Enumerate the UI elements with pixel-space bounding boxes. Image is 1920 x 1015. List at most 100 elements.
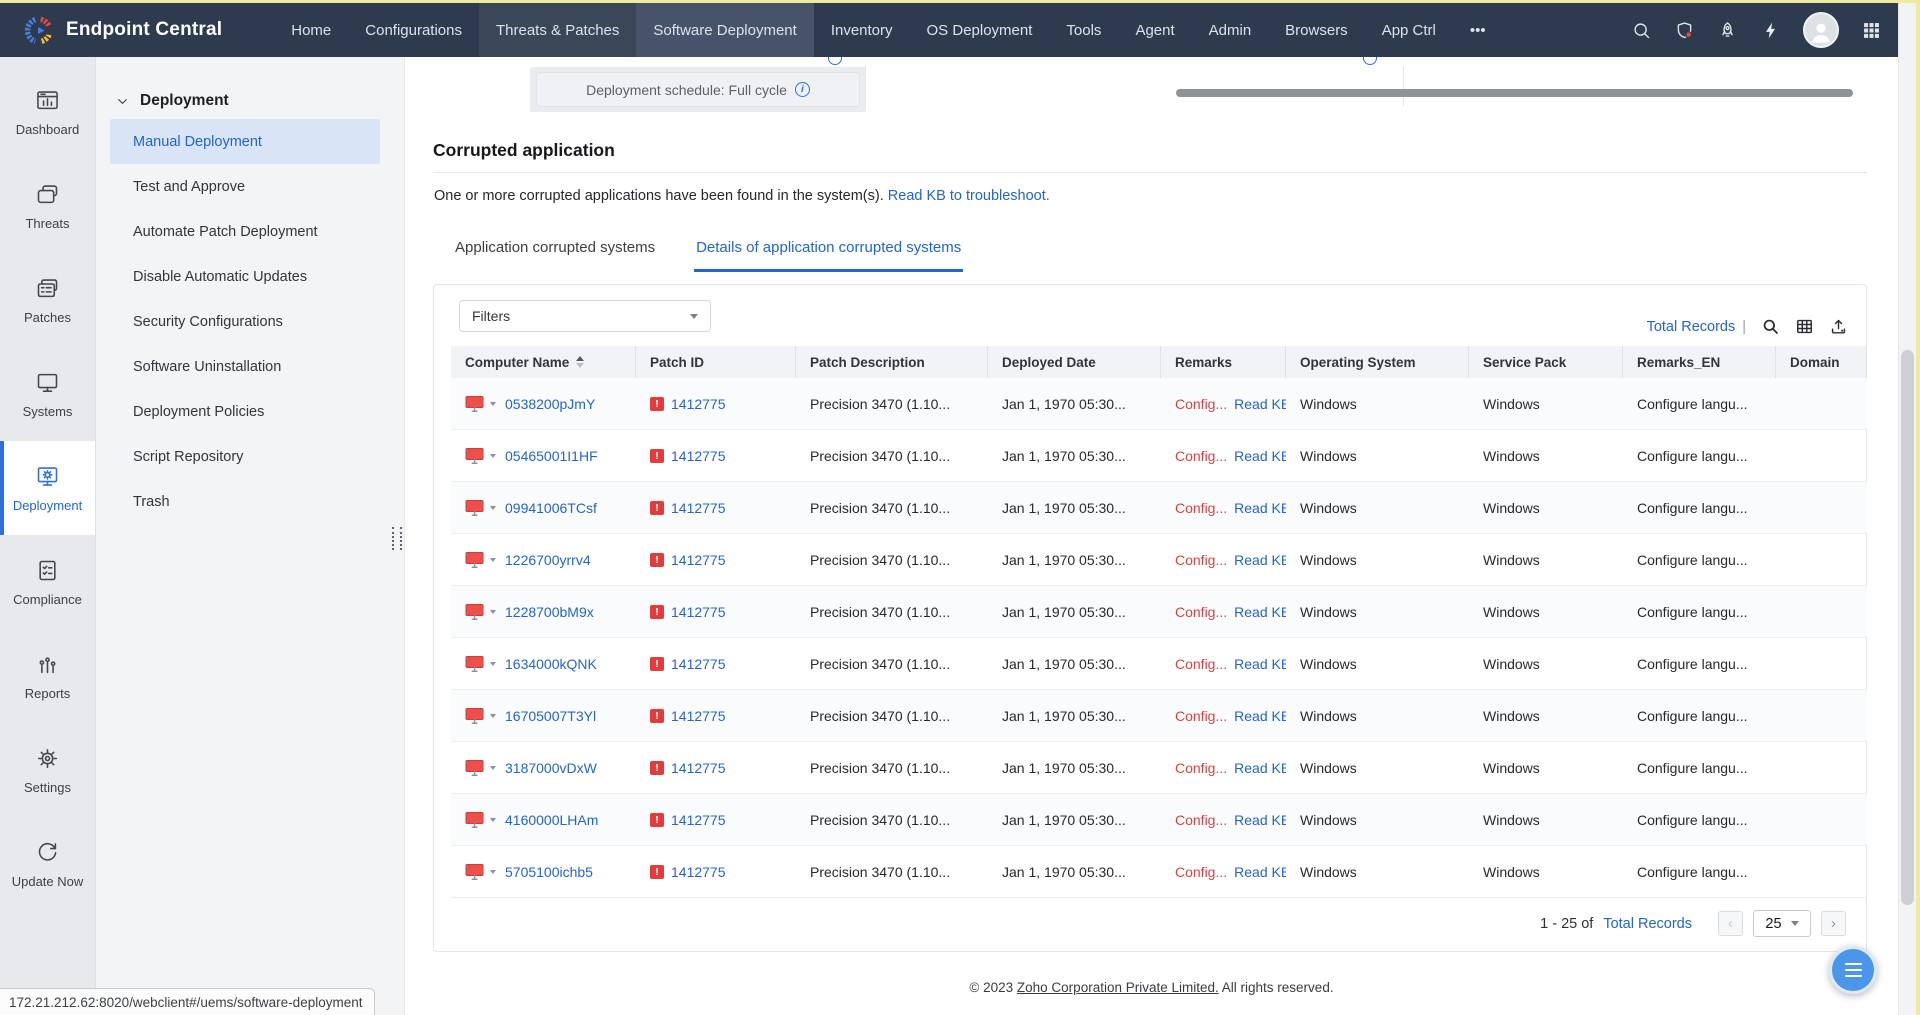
info-icon[interactable] [1363, 57, 1377, 65]
read-kb-link[interactable]: Read KB [1234, 552, 1286, 568]
search-icon[interactable] [1631, 20, 1652, 41]
patch-id-link[interactable]: 1412775 [671, 708, 726, 724]
sidebar-item-compliance[interactable]: Compliance [0, 535, 95, 629]
submenu-item-trash[interactable]: Trash [96, 479, 404, 524]
computer-monitor-icon[interactable] [465, 655, 485, 673]
patch-id-link[interactable]: 1412775 [671, 396, 726, 412]
topnav-item-software-deployment[interactable]: Software Deployment [636, 3, 813, 57]
submenu-item-manual-deployment[interactable]: Manual Deployment [110, 119, 380, 164]
topnav-item-tools[interactable]: Tools [1049, 3, 1118, 57]
whats-new-rocket-icon[interactable] [1717, 20, 1738, 41]
sidebar-item-systems[interactable]: Systems [0, 347, 95, 441]
panel-resize-handle[interactable] [392, 527, 402, 550]
pagination-total-records-link[interactable]: Total Records [1603, 916, 1692, 932]
floating-menu-button[interactable] [1829, 946, 1877, 994]
sidebar-item-deployment[interactable]: Deployment [0, 441, 95, 535]
filters-dropdown[interactable]: Filters [459, 300, 711, 332]
sidebar-item-settings[interactable]: Settings [0, 723, 95, 817]
sidebar-item-reports[interactable]: Reports [0, 629, 95, 723]
topnav-item-inventory[interactable]: Inventory [814, 3, 910, 57]
chevron-down-icon[interactable] [490, 714, 496, 718]
info-icon[interactable] [828, 57, 842, 65]
submenu-header[interactable]: Deployment [96, 83, 404, 119]
next-page-button[interactable]: › [1821, 911, 1846, 936]
computer-name-link[interactable]: 1226700yrrv4 [505, 552, 591, 568]
table-column-header[interactable]: Domain [1776, 346, 1867, 378]
patch-id-link[interactable]: 1412775 [671, 656, 726, 672]
read-kb-link[interactable]: Read KB [1234, 656, 1286, 672]
read-kb-link[interactable]: Read KB [1234, 812, 1286, 828]
computer-monitor-icon[interactable] [465, 447, 485, 465]
patch-id-link[interactable]: 1412775 [671, 604, 726, 620]
sidebar-item-threats[interactable]: Threats [0, 159, 95, 253]
patch-id-link[interactable]: 1412775 [671, 552, 726, 568]
patch-id-link[interactable]: 1412775 [671, 500, 726, 516]
chevron-down-icon[interactable] [490, 870, 496, 874]
submenu-item-software-uninstallation[interactable]: Software Uninstallation [96, 344, 404, 389]
chevron-down-icon[interactable] [490, 402, 496, 406]
search-icon[interactable] [1761, 317, 1780, 336]
table-column-header[interactable]: Computer Name [451, 346, 636, 378]
submenu-item-automate-patch-deployment[interactable]: Automate Patch Deployment [96, 209, 404, 254]
submenu-item-disable-automatic-updates[interactable]: Disable Automatic Updates [96, 254, 404, 299]
page-size-select[interactable]: 25 [1753, 910, 1811, 937]
horizontal-scrollbar-thumb[interactable] [1176, 89, 1853, 97]
read-kb-troubleshoot-link[interactable]: Read KB to troubleshoot. [888, 188, 1050, 204]
submenu-item-script-repository[interactable]: Script Repository [96, 434, 404, 479]
topnav-item-os-deployment[interactable]: OS Deployment [910, 3, 1050, 57]
table-column-header[interactable]: Remarks_EN [1623, 346, 1776, 378]
topnav-item-[interactable]: ••• [1453, 3, 1503, 57]
previous-page-button[interactable]: ‹ [1718, 911, 1743, 936]
computer-monitor-icon[interactable] [465, 499, 485, 517]
patch-id-link[interactable]: 1412775 [671, 760, 726, 776]
computer-name-link[interactable]: 05465001I1HF [505, 448, 598, 464]
computer-monitor-icon[interactable] [465, 759, 485, 777]
read-kb-link[interactable]: Read KB [1234, 864, 1286, 880]
read-kb-link[interactable]: Read KB [1234, 500, 1286, 516]
chevron-down-icon[interactable] [490, 454, 496, 458]
computer-monitor-icon[interactable] [465, 811, 485, 829]
vertical-scrollbar-thumb[interactable] [1901, 350, 1914, 905]
brand-logo[interactable]: Endpoint Central [0, 3, 274, 57]
chevron-down-icon[interactable] [490, 662, 496, 666]
patch-id-link[interactable]: 1412775 [671, 812, 726, 828]
sidebar-item-update-now[interactable]: Update Now [0, 817, 95, 911]
chevron-down-icon[interactable] [490, 558, 496, 562]
computer-name-link[interactable]: 09941006TCsf [505, 500, 597, 516]
chevron-down-icon[interactable] [490, 610, 496, 614]
user-avatar[interactable] [1803, 12, 1839, 48]
security-shield-notification-icon[interactable] [1674, 20, 1695, 41]
read-kb-link[interactable]: Read KB [1234, 708, 1286, 724]
topnav-item-home[interactable]: Home [274, 3, 348, 57]
computer-monitor-icon[interactable] [465, 395, 485, 413]
topnav-item-browsers[interactable]: Browsers [1268, 3, 1365, 57]
tab[interactable]: Application corrupted systems [453, 239, 657, 272]
chevron-down-icon[interactable] [490, 506, 496, 510]
table-column-header[interactable]: Service Pack [1469, 346, 1623, 378]
vertical-scrollbar[interactable] [1898, 3, 1916, 1015]
topnav-item-threats-patches[interactable]: Threats & Patches [479, 3, 636, 57]
topnav-item-admin[interactable]: Admin [1192, 3, 1269, 57]
zoho-company-link[interactable]: Zoho Corporation Private Limited. [1017, 980, 1219, 995]
computer-name-link[interactable]: 0538200pJmY [505, 396, 595, 412]
submenu-item-security-configurations[interactable]: Security Configurations [96, 299, 404, 344]
table-column-header[interactable]: Patch Description [796, 346, 988, 378]
sort-icon[interactable] [576, 356, 584, 369]
computer-name-link[interactable]: 1228700bM9x [505, 604, 594, 620]
table-column-header[interactable]: Patch ID [636, 346, 796, 378]
patch-id-link[interactable]: 1412775 [671, 864, 726, 880]
topnav-item-agent[interactable]: Agent [1118, 3, 1191, 57]
info-icon[interactable]: i [795, 82, 810, 97]
patch-id-link[interactable]: 1412775 [671, 448, 726, 464]
export-icon[interactable] [1829, 317, 1848, 336]
computer-name-link[interactable]: 4160000LHAm [505, 812, 598, 828]
table-column-header[interactable]: Operating System [1286, 346, 1469, 378]
computer-name-link[interactable]: 16705007T3Yl [505, 708, 596, 724]
read-kb-link[interactable]: Read KB [1234, 396, 1286, 412]
sidebar-item-patches[interactable]: Patches [0, 253, 95, 347]
submenu-item-test-and-approve[interactable]: Test and Approve [96, 164, 404, 209]
computer-name-link[interactable]: 3187000vDxW [505, 760, 597, 776]
submenu-item-deployment-policies[interactable]: Deployment Policies [96, 389, 404, 434]
read-kb-link[interactable]: Read KB [1234, 760, 1286, 776]
total-records-link[interactable]: Total Records [1647, 319, 1736, 335]
